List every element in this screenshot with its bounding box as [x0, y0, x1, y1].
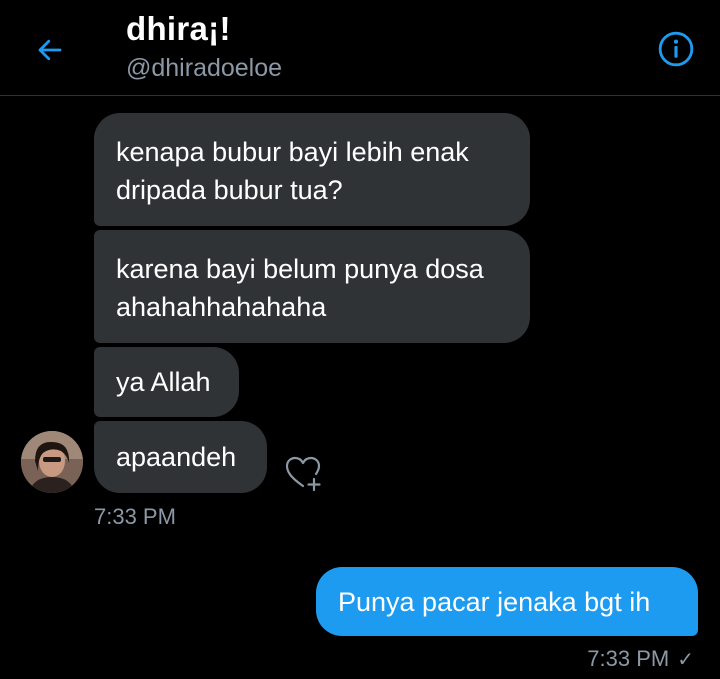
message-bubble-incoming[interactable]: ya Allah	[94, 347, 239, 417]
info-button[interactable]	[656, 29, 696, 69]
message-bubble-outgoing[interactable]: Punya pacar jenaka bgt ih	[316, 567, 698, 636]
conversation-header: dhira¡! @dhiradoeloe	[0, 0, 720, 96]
avatar-image	[21, 431, 83, 493]
message-bubble-incoming[interactable]: karena bayi belum punya dosa ahahahhahah…	[94, 230, 530, 343]
conversation-title: dhira¡!	[126, 10, 231, 47]
back-button[interactable]	[30, 30, 70, 70]
heart-plus-icon	[285, 456, 321, 492]
arrow-left-icon	[38, 39, 62, 61]
message-bubble-incoming[interactable]: apaandeh	[94, 421, 267, 493]
message-status: 7:33 PM ✓	[587, 646, 694, 672]
message-bubble-incoming[interactable]: kenapa bubur bayi lebih enak dripada bub…	[94, 113, 530, 226]
checkmark-icon: ✓	[677, 648, 694, 671]
react-button[interactable]	[283, 452, 325, 494]
avatar[interactable]	[21, 431, 83, 493]
info-circle-icon	[658, 31, 694, 67]
message-timestamp: 7:33 PM	[94, 504, 176, 529]
message-timestamp: 7:33 PM	[587, 646, 670, 671]
user-handle: @dhiradoeloe	[126, 54, 283, 82]
